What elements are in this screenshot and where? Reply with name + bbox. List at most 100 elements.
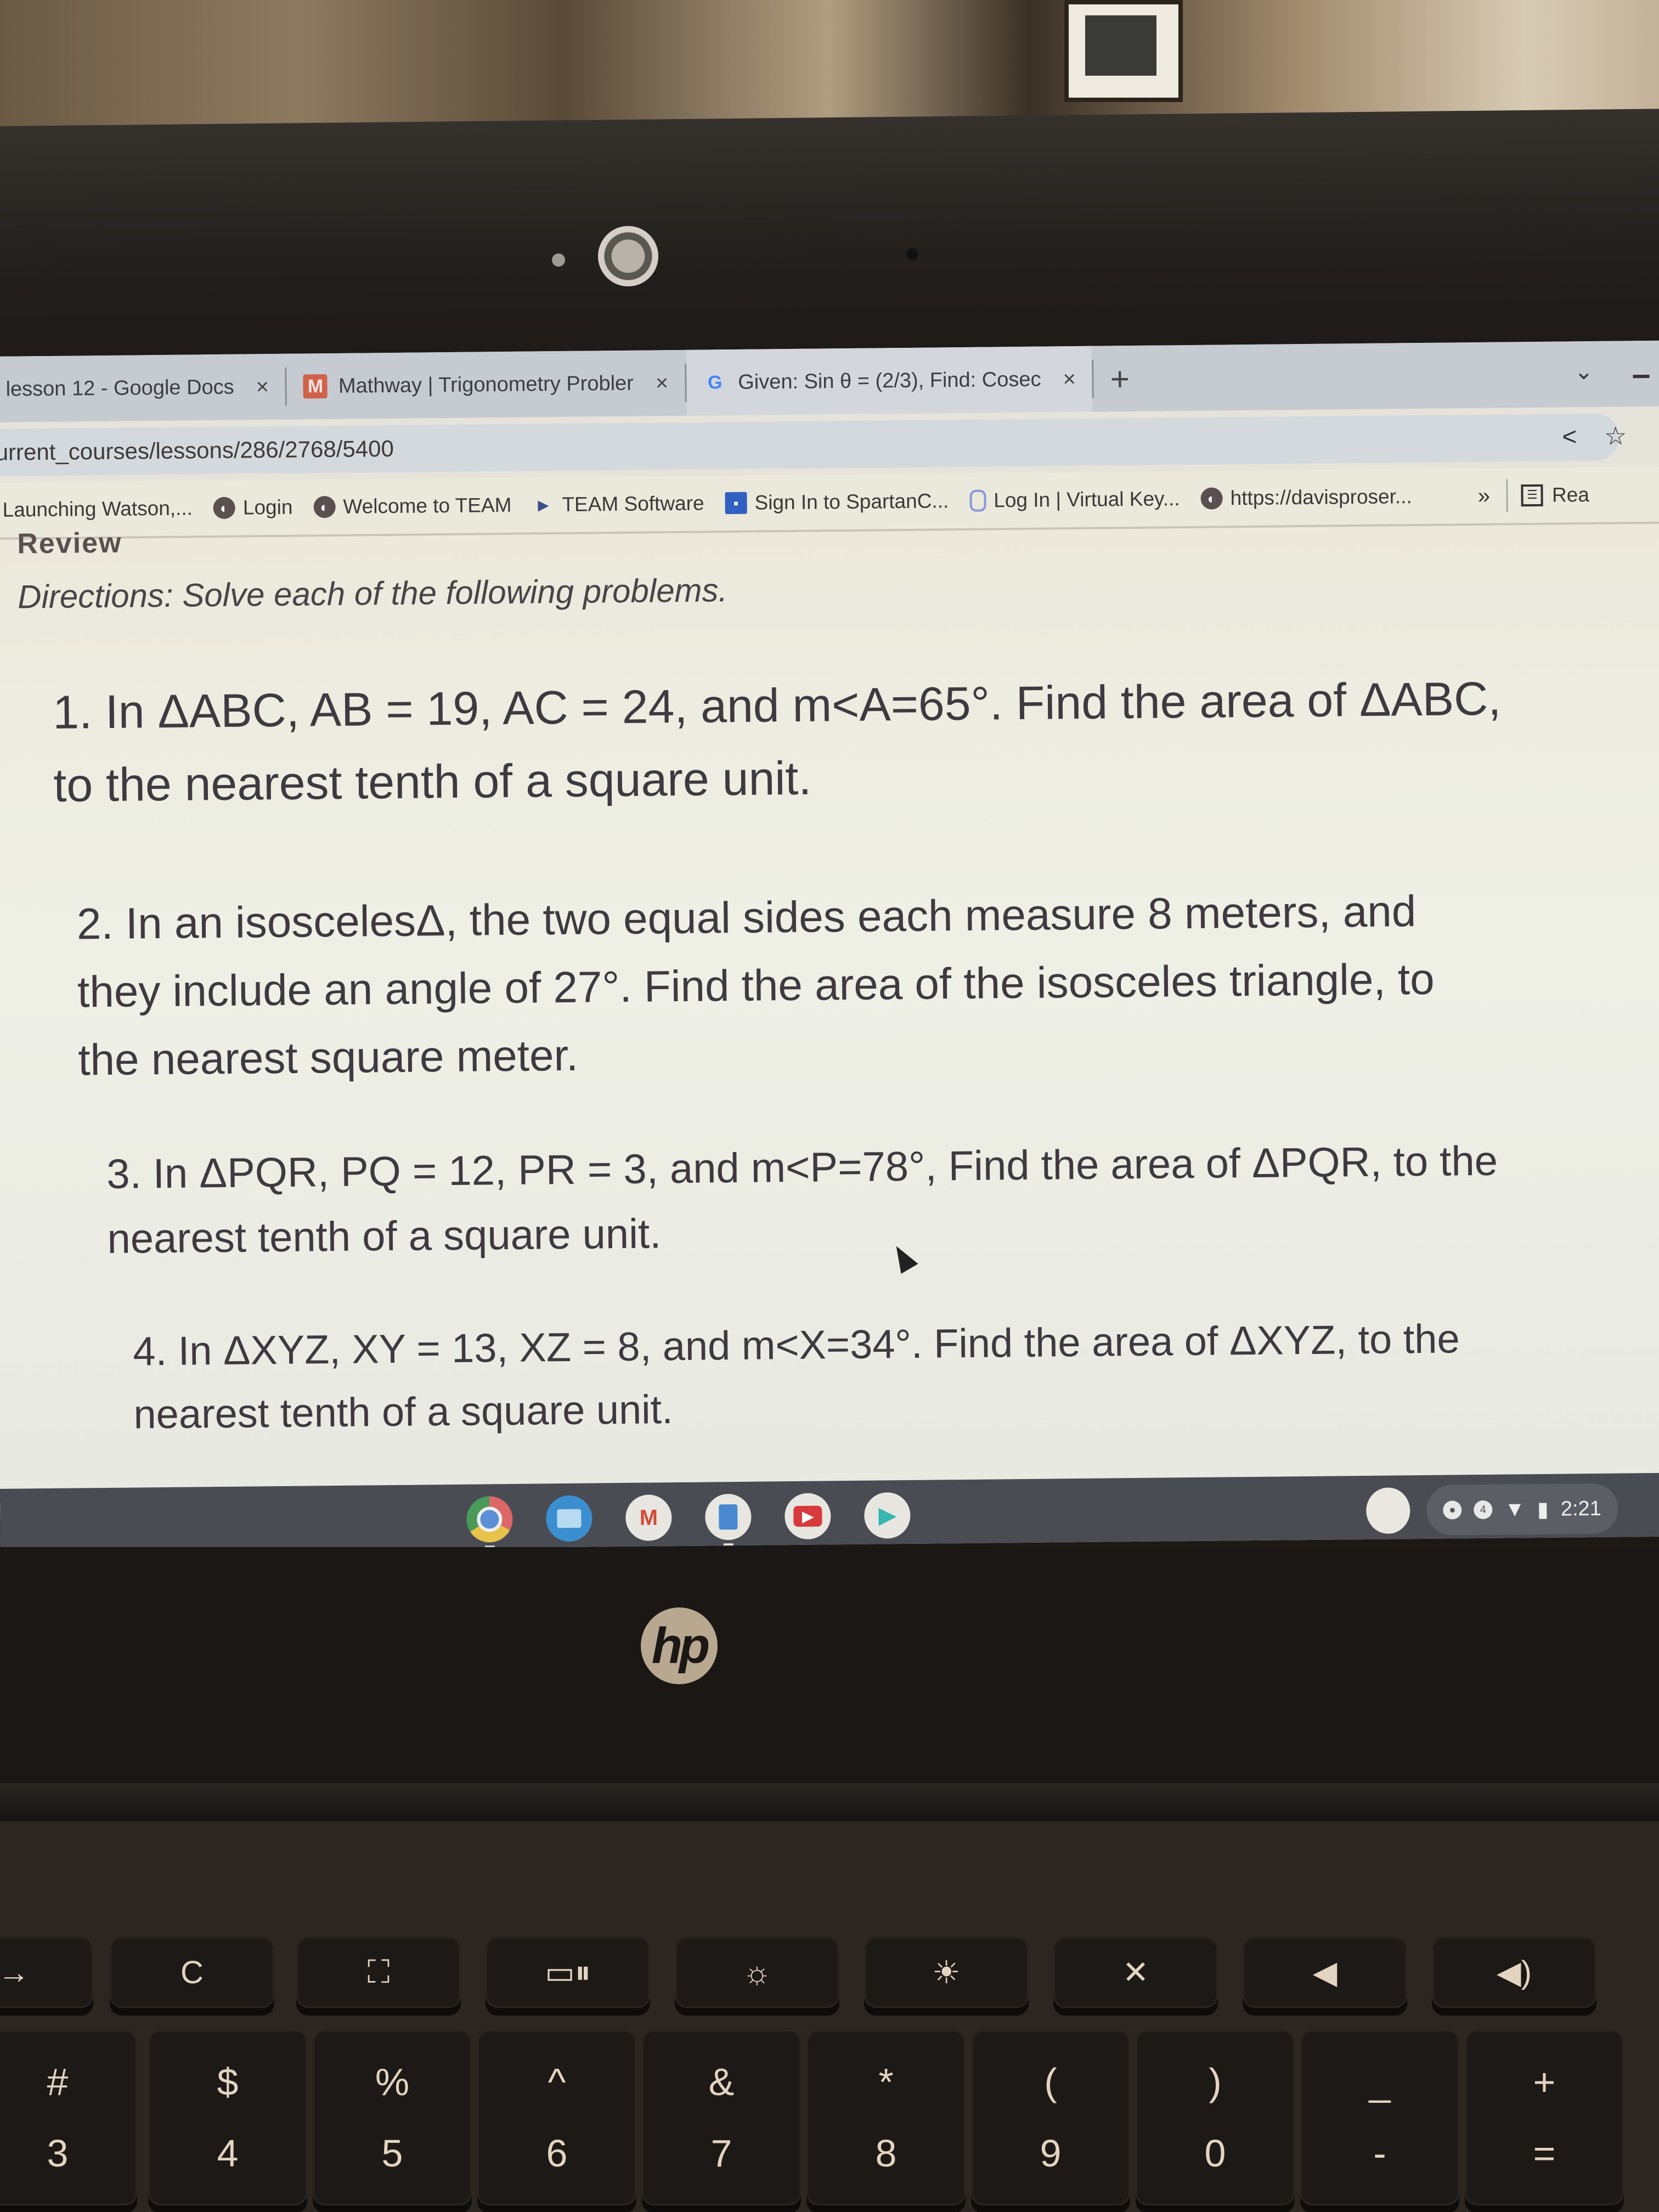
- key-top: ): [1209, 2061, 1222, 2103]
- key-mute[interactable]: ✕: [1053, 1937, 1218, 2008]
- close-icon[interactable]: ×: [656, 371, 669, 396]
- camera-indicator: [906, 248, 918, 260]
- key-volume-up[interactable]: ◀): [1432, 1937, 1596, 2008]
- picture-frame: [1064, 0, 1183, 102]
- gmail-icon[interactable]: M: [625, 1494, 672, 1541]
- key-bottom: 8: [875, 2132, 897, 2175]
- tab-mathway[interactable]: M Mathway | Trigonometry Probler ×: [286, 350, 685, 420]
- key-6[interactable]: ^ 6: [477, 2030, 636, 2205]
- update-icon: 4: [1474, 1500, 1493, 1520]
- webcam: [598, 226, 658, 286]
- tab-title: Given: Sin θ = (2/3), Find: Cosec: [737, 368, 1041, 394]
- problem-3: 3. In ΔPQR, PQ = 12, PR = 3, and m<P=78°…: [106, 1137, 1498, 1262]
- key-forward[interactable]: →: [0, 1937, 93, 2008]
- key-top: &: [708, 2061, 735, 2103]
- problem-2: 2. In an isoscelesΔ, the two equal sides…: [76, 887, 1435, 1085]
- team-icon: ▶: [538, 496, 549, 513]
- files-icon[interactable]: [545, 1495, 592, 1542]
- key-top: #: [47, 2061, 69, 2103]
- wifi-icon: ▼: [1504, 1497, 1526, 1521]
- bookmark-login[interactable]: ◐ Login: [213, 496, 293, 520]
- key-brightness-down[interactable]: ☼: [675, 1937, 839, 2008]
- globe-icon: ◐: [213, 496, 236, 520]
- tab-google-search[interactable]: G Given: Sin θ = (2/3), Find: Cosec ×: [686, 346, 1093, 416]
- status-tray[interactable]: ● 4 ▼ ▮ 2:21: [1426, 1483, 1618, 1536]
- bookmark-label: Log In | Virtual Key...: [994, 487, 1180, 512]
- reading-list-button[interactable]: ☰ Rea: [1521, 483, 1589, 507]
- hinge: [0, 1783, 1659, 1827]
- ambient-sensor: [552, 253, 565, 267]
- bookmark-virtual-key[interactable]: Log In | Virtual Key...: [969, 487, 1180, 512]
- screen-bezel-top: [0, 109, 1659, 368]
- notification-icon: ●: [1443, 1500, 1462, 1520]
- key-equals[interactable]: + =: [1465, 2030, 1624, 2205]
- reading-list-label: Rea: [1551, 483, 1590, 506]
- key-volume-down[interactable]: ◀: [1243, 1937, 1407, 2008]
- bookmark-spartan[interactable]: ▪ Sign In to SpartanC...: [725, 489, 949, 515]
- key-bottom: 4: [217, 2132, 239, 2175]
- key-bottom: 6: [546, 2132, 568, 2175]
- key-bottom: 9: [1040, 2132, 1062, 2175]
- bookmark-davisproser[interactable]: ◐ https://davisproser...: [1200, 485, 1412, 510]
- docs-icon[interactable]: [704, 1493, 752, 1541]
- key-top: +: [1533, 2061, 1556, 2103]
- bookmark-welcome-to-team[interactable]: ◐ Welcome to TEAM: [313, 494, 512, 518]
- key-bottom: 0: [1204, 2132, 1226, 2175]
- key-8[interactable]: * 8: [806, 2030, 966, 2205]
- key-minus[interactable]: _ -: [1300, 2030, 1459, 2205]
- holding-space-icon[interactable]: [1365, 1487, 1410, 1534]
- bookmark-star-icon[interactable]: ☆: [1604, 421, 1627, 450]
- bookmark-launching-watson[interactable]: Launching Watson,...: [2, 496, 193, 521]
- laptop-screen: lesson 12 - Google Docs × M Mathway | Tr…: [0, 340, 1659, 1553]
- chrome-icon[interactable]: [466, 1496, 513, 1543]
- omnibar-actions: < ☆: [1562, 421, 1627, 451]
- screen-bezel-bottom: [0, 1547, 1659, 1810]
- key-fullscreen[interactable]: ⛶: [296, 1937, 461, 2008]
- tab-google-docs[interactable]: lesson 12 - Google Docs ×: [0, 354, 286, 422]
- minimize-button[interactable]: [1633, 374, 1650, 379]
- bookmark-label: https://davisproser...: [1230, 485, 1412, 510]
- close-icon[interactable]: ×: [256, 375, 269, 399]
- page-content: Review Directions: Solve each of the fol…: [0, 523, 1659, 1489]
- problem-4: 4. In ΔXYZ, XY = 13, XZ = 8, and m<X=34°…: [133, 1316, 1460, 1437]
- key-3[interactable]: #3: [0, 2030, 137, 2205]
- hp-logo: hp: [641, 1607, 718, 1684]
- problem-1: 1. In ΔABC, AB = 19, AC = 24, and m<A=65…: [52, 672, 1502, 812]
- close-icon[interactable]: ×: [1063, 366, 1076, 391]
- key-bottom: -: [1373, 2132, 1386, 2175]
- key-top: $: [217, 2061, 239, 2103]
- youtube-icon[interactable]: [784, 1493, 831, 1540]
- key-refresh[interactable]: C: [110, 1937, 274, 2008]
- bookmark-label: Launching Watson,...: [2, 496, 193, 521]
- key-overview[interactable]: ▭⏸: [486, 1937, 650, 2008]
- bookmarks-divider: [1506, 479, 1509, 512]
- bookmark-label: Sign In to SpartanC...: [754, 489, 949, 514]
- key-5[interactable]: % 5: [313, 2030, 472, 2205]
- key-4[interactable]: $4: [148, 2030, 307, 2205]
- tab-search-chevron-icon[interactable]: ⌄: [1574, 358, 1594, 385]
- google-icon: G: [707, 371, 723, 393]
- page-heading: Review: [17, 527, 122, 560]
- play-store-icon[interactable]: ▶: [864, 1492, 911, 1539]
- share-icon[interactable]: <: [1562, 421, 1577, 451]
- battery-icon: ▮: [1537, 1498, 1549, 1521]
- bookmarks-overflow-icon[interactable]: »: [1478, 483, 1491, 508]
- url-text[interactable]: urrent_courses/lessons/286/2768/5400: [0, 436, 394, 466]
- key-0[interactable]: ) 0: [1136, 2030, 1295, 2205]
- key-7[interactable]: & 7: [642, 2030, 801, 2205]
- address-bar[interactable]: urrent_courses/lessons/286/2768/5400: [0, 413, 1620, 477]
- key-brightness-up[interactable]: ☀: [864, 1937, 1029, 2008]
- key-top: ^: [548, 2061, 566, 2103]
- bookmark-team-software[interactable]: ▶ TEAM Software: [532, 492, 704, 517]
- key-top: (: [1044, 2061, 1057, 2103]
- directions-text: Directions: Solve each of the following …: [17, 572, 728, 616]
- bookmark-label: Login: [242, 495, 293, 519]
- key-top: %: [375, 2061, 410, 2103]
- tab-title: lesson 12 - Google Docs: [5, 375, 234, 401]
- new-tab-button[interactable]: +: [1110, 360, 1130, 398]
- key-9[interactable]: (9: [971, 2030, 1130, 2205]
- globe-icon: ◐: [313, 495, 336, 518]
- clock: 2:21: [1560, 1497, 1602, 1521]
- key-top: _: [1369, 2061, 1391, 2103]
- running-indicator: [723, 1543, 733, 1547]
